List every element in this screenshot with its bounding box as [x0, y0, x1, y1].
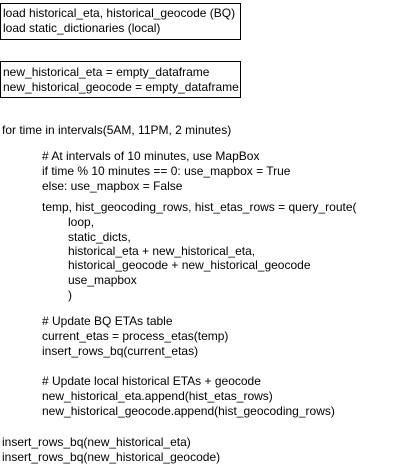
code-line: historical_geocode + new_historical_geoc… — [68, 258, 311, 272]
comment-line: # At intervals of 10 minutes, use MapBox — [42, 149, 260, 163]
code-line: load static_dictionaries (local) — [3, 21, 161, 35]
code-line: if time % 10 minutes == 0: use_mapbox = … — [42, 164, 291, 178]
loop-header: for time in intervals(5AM, 11PM, 2 minut… — [2, 123, 232, 137]
code-line: ) — [68, 288, 72, 302]
code-line: temp, hist_geocoding_rows, hist_etas_row… — [42, 200, 357, 214]
code-line: new_historical_geocode.append(hist_geoco… — [42, 404, 335, 418]
code-line: historical_eta + new_historical_eta, — [68, 244, 256, 258]
code-line: insert_rows_bq(current_etas) — [42, 344, 199, 358]
code-line: new_historical_geocode = empty_dataframe — [3, 80, 239, 94]
load-box: load historical_eta, historical_geocode … — [0, 3, 241, 40]
code-line: current_etas = process_etas(temp) — [42, 329, 229, 343]
code-line: new_historical_eta = empty_dataframe — [3, 65, 210, 79]
code-line: loop, — [68, 215, 95, 229]
code-line: use_mapbox — [68, 273, 137, 287]
code-line: insert_rows_bq(new_historical_eta) — [2, 435, 191, 449]
code-line: else: use_mapbox = False — [42, 179, 183, 193]
init-box: new_historical_eta = empty_dataframe new… — [0, 61, 241, 98]
code-line: new_historical_eta.append(hist_etas_rows… — [42, 389, 273, 403]
code-line: load historical_eta, historical_geocode … — [3, 6, 236, 20]
code-line: static_dicts, — [68, 230, 131, 244]
comment-line: # Update local historical ETAs + geocode — [42, 374, 261, 388]
code-line: insert_rows_bq(new_historical_geocode) — [2, 450, 221, 464]
comment-line: # Update BQ ETAs table — [42, 314, 173, 328]
